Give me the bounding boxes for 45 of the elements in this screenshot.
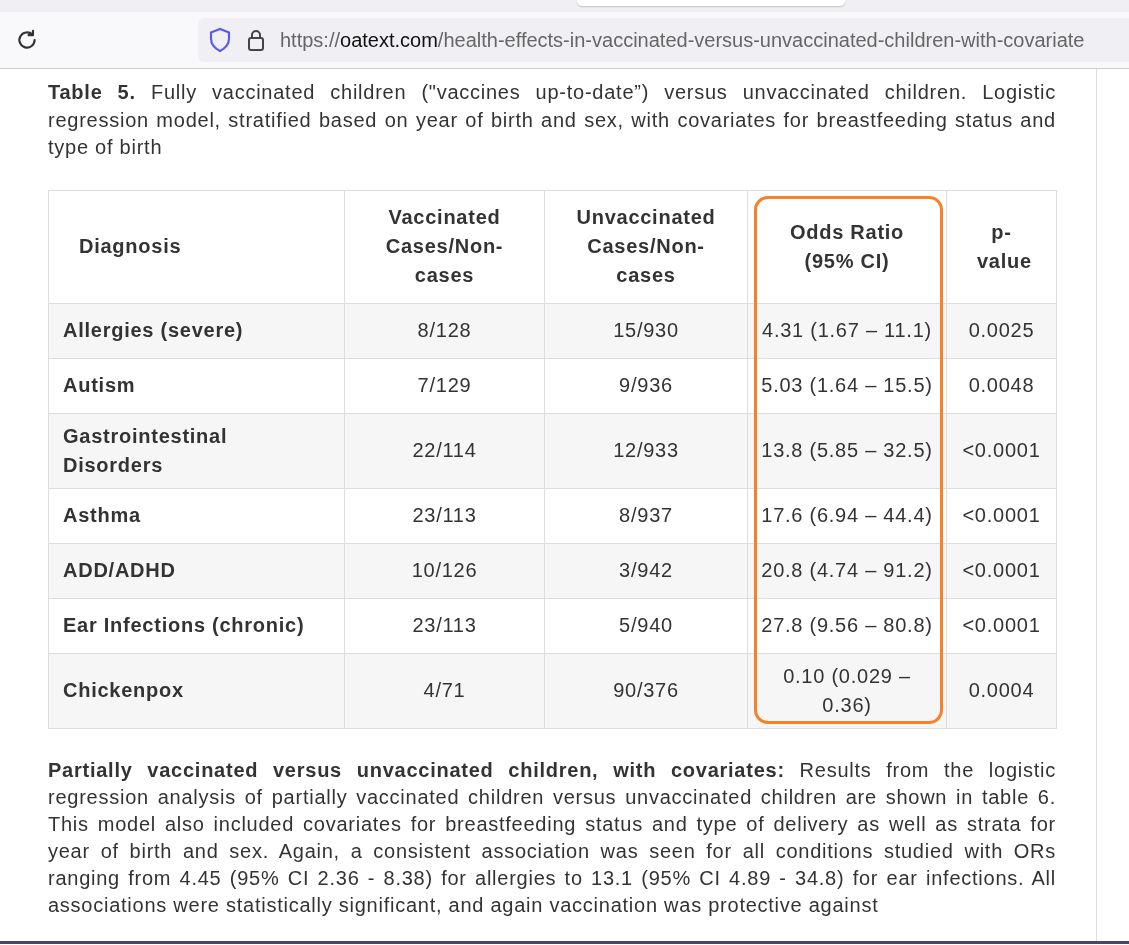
table-caption: Table 5. Fully vaccinated children ("vaccines up-to-date”) versus unvaccinated children. Logistic regression model, stratified based on year of birth and sex, with covariates for breastfeeding status and type of birth [48,80,1056,160]
table-cell: <0.0001 [946,543,1057,598]
table-cell: 0.0004 [946,653,1057,728]
table-cell: 0.0048 [946,358,1057,413]
row-header: Gastrointestinal Disorders [48,413,345,488]
table-cell: 9/936 [544,358,748,413]
table-cell: 8/128 [344,303,545,358]
row-header: Allergies (severe) [48,303,345,358]
table-cell: 23/113 [344,598,545,653]
table-cell: 7/129 [344,358,545,413]
table-cell: 20.8 (4.74 – 91.2) [747,543,947,598]
lock-icon[interactable] [246,28,266,52]
table-cell: 8/937 [544,488,748,543]
row-header: Asthma [48,488,345,543]
table-cell: 0.10 (0.029 – 0.36) [747,653,947,728]
column-header: Odds Ratio (95% CI) [747,190,947,303]
table-cell: 3/942 [544,543,748,598]
body-paragraph: Partially vaccinated versus unvaccinated children, with covariates: Results from the logistic regression analysis of partially vaccinated children versus unvaccinated children are shown in table 6. This model also included covariates for breastfeeding status and type of delivery as well as strata for year of birth and sex. Again, a consistent association was seen for all conditions studied with ORs ranging from 4.45 (95% CI 2.36 - 8.38) for allergies to 13.1 (95% CI 4.89 - 34.8) for ear infections. All associations were statistically significant, and again vaccination was protective against [48,757,1056,918]
table-cell: 90/376 [544,653,748,728]
table-cell: 13.8 (5.85 – 32.5) [747,413,947,488]
table-cell: 12/933 [544,413,748,488]
table-cell: 22/114 [344,413,545,488]
table-cell: 17.6 (6.94 – 44.4) [747,488,947,543]
table-cell: 5/940 [544,598,748,653]
table-cell: 5.03 (1.64 – 15.5) [747,358,947,413]
table-cell: 4.31 (1.67 – 11.1) [747,303,947,358]
table-cell: 4/71 [344,653,545,728]
address-bar[interactable]: https://oatext.com/health-effects-in-vaccinated-versus-unvaccinated-children-with-covariate [198,18,1129,62]
row-header: Ear Infections (chronic) [48,598,345,653]
table-cell: 0.0025 [946,303,1057,358]
shield-icon[interactable] [208,27,232,53]
column-header: p-value [946,190,1057,303]
row-header: ADD/ADHD [48,543,345,598]
column-header: Unvaccinated Cases/Non-cases [544,190,748,303]
row-header: Autism [48,358,345,413]
table-cell: 23/113 [344,488,545,543]
column-header: Diagnosis [48,190,345,303]
table-cell: 15/930 [544,303,748,358]
column-header: Vaccinated Cases/Non-cases [344,190,545,303]
table-cell: 27.8 (9.56 – 80.8) [747,598,947,653]
table-cell: 10/126 [344,543,545,598]
row-header: Chickenpox [48,653,345,728]
table-cell: <0.0001 [946,598,1057,653]
table-cell: <0.0001 [946,413,1057,488]
table-cell: <0.0001 [946,488,1057,543]
